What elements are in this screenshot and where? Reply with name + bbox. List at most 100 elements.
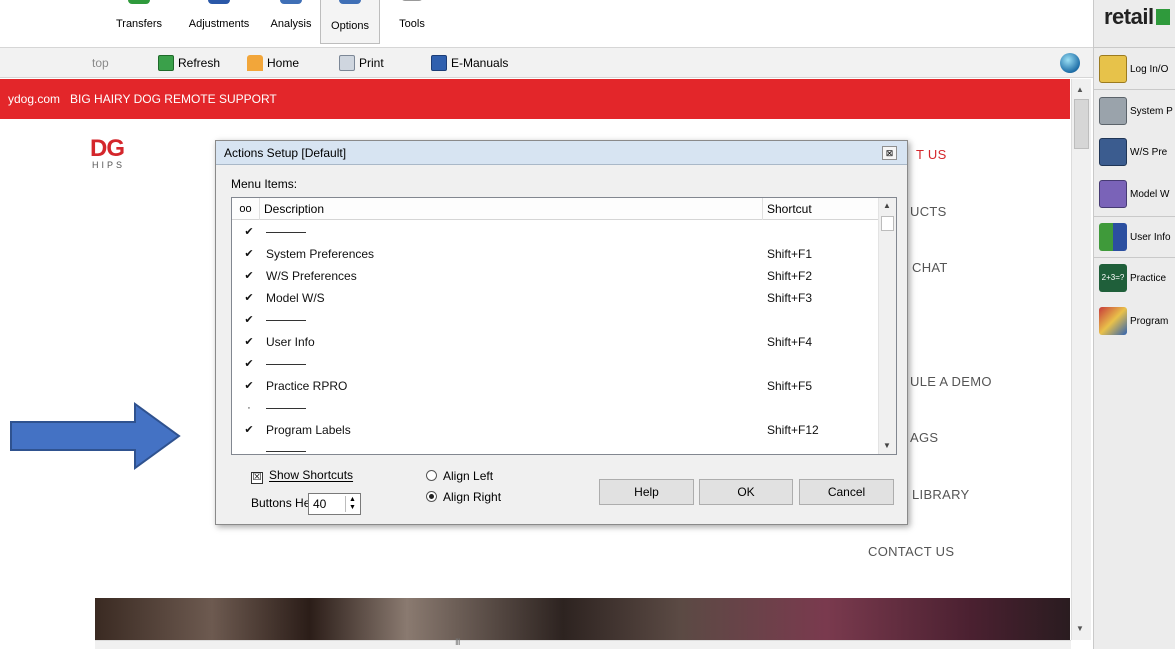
align-right-radio[interactable]: Align Right <box>426 490 501 504</box>
tab-transfers[interactable]: Transfers <box>108 0 170 42</box>
list-item[interactable]: ✔ <box>232 353 878 375</box>
visibility-checkmark[interactable]: ✔ <box>242 243 256 265</box>
close-icon: ⊠ <box>885 148 894 158</box>
list-vertical-scrollbar[interactable]: ▲ ▼ <box>878 198 896 454</box>
align-left-label: Align Left <box>443 469 494 483</box>
scroll-up-arrow-icon[interactable]: ▲ <box>1076 85 1084 94</box>
nav-label: T US <box>916 147 947 162</box>
visibility-checkmark[interactable]: ✔ <box>242 265 256 287</box>
emanuals-button[interactable]: E-Manuals <box>431 54 508 72</box>
panel-item-label: Log In/O <box>1130 63 1169 75</box>
nav-label: LIBRARY <box>912 487 970 502</box>
tab-options[interactable]: Options <box>321 0 379 42</box>
radio-on-icon[interactable] <box>426 491 437 502</box>
panel-item-ws-preferences[interactable]: W/S Pre <box>1099 138 1167 166</box>
separator-line <box>266 320 306 321</box>
panel-item-label: System P <box>1130 105 1173 117</box>
list-item[interactable] <box>232 441 878 454</box>
scroll-down-arrow-icon[interactable]: ▼ <box>883 441 891 450</box>
dialog-title-bar[interactable]: Actions Setup [Default] <box>216 141 907 165</box>
item-description: System Preferences <box>266 247 375 261</box>
panel-divider <box>1094 89 1175 90</box>
item-description: W/S Preferences <box>266 269 357 283</box>
nav-about[interactable]: T US <box>916 147 947 162</box>
annotation-arrow-icon <box>10 402 181 470</box>
panel-item-label: Practice <box>1130 272 1167 284</box>
show-shortcuts-label: Show Shortcuts <box>269 468 354 482</box>
remote-support-link[interactable]: ydog.com BIG HAIRY DOG REMOTE SUPPORT <box>8 92 277 106</box>
separator-line <box>266 232 306 233</box>
buttons-height-stepper[interactable]: 40 ▲ ▼ <box>308 493 361 515</box>
browser-vertical-scrollbar[interactable]: ▲ ▼ <box>1071 79 1091 640</box>
visibility-checkmark[interactable]: · <box>242 397 256 419</box>
radio-off-icon[interactable] <box>426 470 437 481</box>
item-shortcut: Shift+F5 <box>767 379 813 393</box>
panel-item-user-info[interactable]: User Info <box>1099 223 1171 251</box>
nav-products[interactable]: UCTS <box>910 204 947 219</box>
item-shortcut: Shift+F2 <box>767 269 813 283</box>
tab-tools[interactable]: Tools <box>392 0 432 42</box>
list-item[interactable]: ✔ Model W/S Shift+F3 <box>232 287 878 309</box>
item-shortcut: Shift+F12 <box>767 423 819 437</box>
retail-logo: retail <box>1104 4 1170 30</box>
visibility-checkmark[interactable]: ✔ <box>242 375 256 397</box>
visibility-column-header[interactable]: oo <box>232 198 260 220</box>
globe-icon[interactable] <box>1060 53 1080 73</box>
list-item[interactable]: ✔ Practice RPRO Shift+F5 <box>232 375 878 397</box>
list-item[interactable]: ✔ W/S Preferences Shift+F2 <box>232 265 878 287</box>
visibility-checkmark[interactable]: ✔ <box>242 287 256 309</box>
toolbar-partial-label[interactable]: top <box>92 54 109 72</box>
nav-contact-us[interactable]: CONTACT US <box>868 544 954 559</box>
list-item[interactable]: · <box>232 397 878 419</box>
visibility-checkmark[interactable]: ✔ <box>242 221 256 243</box>
buttons-height-value[interactable]: 40 <box>313 497 326 511</box>
home-button[interactable]: Home <box>247 54 299 72</box>
list-item[interactable]: ✔ <box>232 309 878 331</box>
description-column-header[interactable]: Description <box>260 198 763 220</box>
cancel-button[interactable]: Cancel <box>799 479 894 505</box>
padlock-icon <box>1099 55 1127 83</box>
print-button[interactable]: Print <box>339 54 384 72</box>
checkbox-icon[interactable]: ☒ <box>251 472 263 484</box>
nav-chat[interactable]: CHAT <box>912 260 948 275</box>
visibility-checkmark[interactable]: ✔ <box>242 353 256 375</box>
visibility-checkmark[interactable]: ✔ <box>242 331 256 353</box>
nav-schedule-demo[interactable]: ULE A DEMO <box>910 374 992 389</box>
panel-item-login[interactable]: Log In/O <box>1099 55 1168 83</box>
tab-analysis[interactable]: Analysis <box>262 0 320 42</box>
tab-adjustments[interactable]: Adjustments <box>182 0 256 42</box>
visibility-checkmark[interactable]: ✔ <box>242 419 256 441</box>
browser-horizontal-scrollbar[interactable]: III <box>95 637 1071 649</box>
book-icon <box>431 55 447 71</box>
item-description: Model W/S <box>266 291 325 305</box>
show-shortcuts-checkbox[interactable]: ☒ Show Shortcuts <box>251 468 353 484</box>
visibility-checkmark[interactable]: ✔ <box>242 309 256 331</box>
list-item[interactable]: ✔ User Info Shift+F4 <box>232 331 878 353</box>
scroll-up-arrow-icon[interactable]: ▲ <box>883 201 891 210</box>
menu-items-list[interactable]: oo Description Shortcut ✔ ✔ System Prefe… <box>231 197 897 455</box>
help-button[interactable]: Help <box>599 479 694 505</box>
nav-library[interactable]: LIBRARY <box>912 487 970 502</box>
panel-item-system-preferences[interactable]: System P <box>1099 97 1173 125</box>
emanuals-label: E-Manuals <box>451 56 509 70</box>
dialog-close-button[interactable]: ⊠ <box>882 146 897 160</box>
nav-tags[interactable]: AGS <box>910 430 938 445</box>
site-logo[interactable]: DG <box>90 135 125 163</box>
ok-button[interactable]: OK <box>699 479 793 505</box>
panel-item-practice[interactable]: 2+3=? Practice <box>1099 264 1166 292</box>
item-shortcut: Shift+F1 <box>767 247 813 261</box>
stepper-arrows-icon[interactable]: ▲ ▼ <box>345 496 359 512</box>
scroll-down-arrow-icon[interactable]: ▼ <box>1076 624 1084 633</box>
scroll-thumb[interactable] <box>881 216 894 231</box>
scroll-thumb[interactable] <box>1074 99 1089 149</box>
align-left-radio[interactable]: Align Left <box>426 469 493 483</box>
scroll-grip-icon[interactable]: III <box>455 637 460 647</box>
list-item[interactable]: ✔ System Preferences Shift+F1 <box>232 243 878 265</box>
panel-item-model-ws[interactable]: Model W <box>1099 180 1169 208</box>
shortcut-column-header[interactable]: Shortcut <box>763 198 878 220</box>
list-item[interactable]: ✔ Program Labels Shift+F12 <box>232 419 878 441</box>
refresh-label: Refresh <box>178 56 221 70</box>
refresh-button[interactable]: Refresh <box>158 54 220 72</box>
list-item[interactable]: ✔ <box>232 221 878 243</box>
panel-item-program-labels[interactable]: Program <box>1099 307 1168 335</box>
